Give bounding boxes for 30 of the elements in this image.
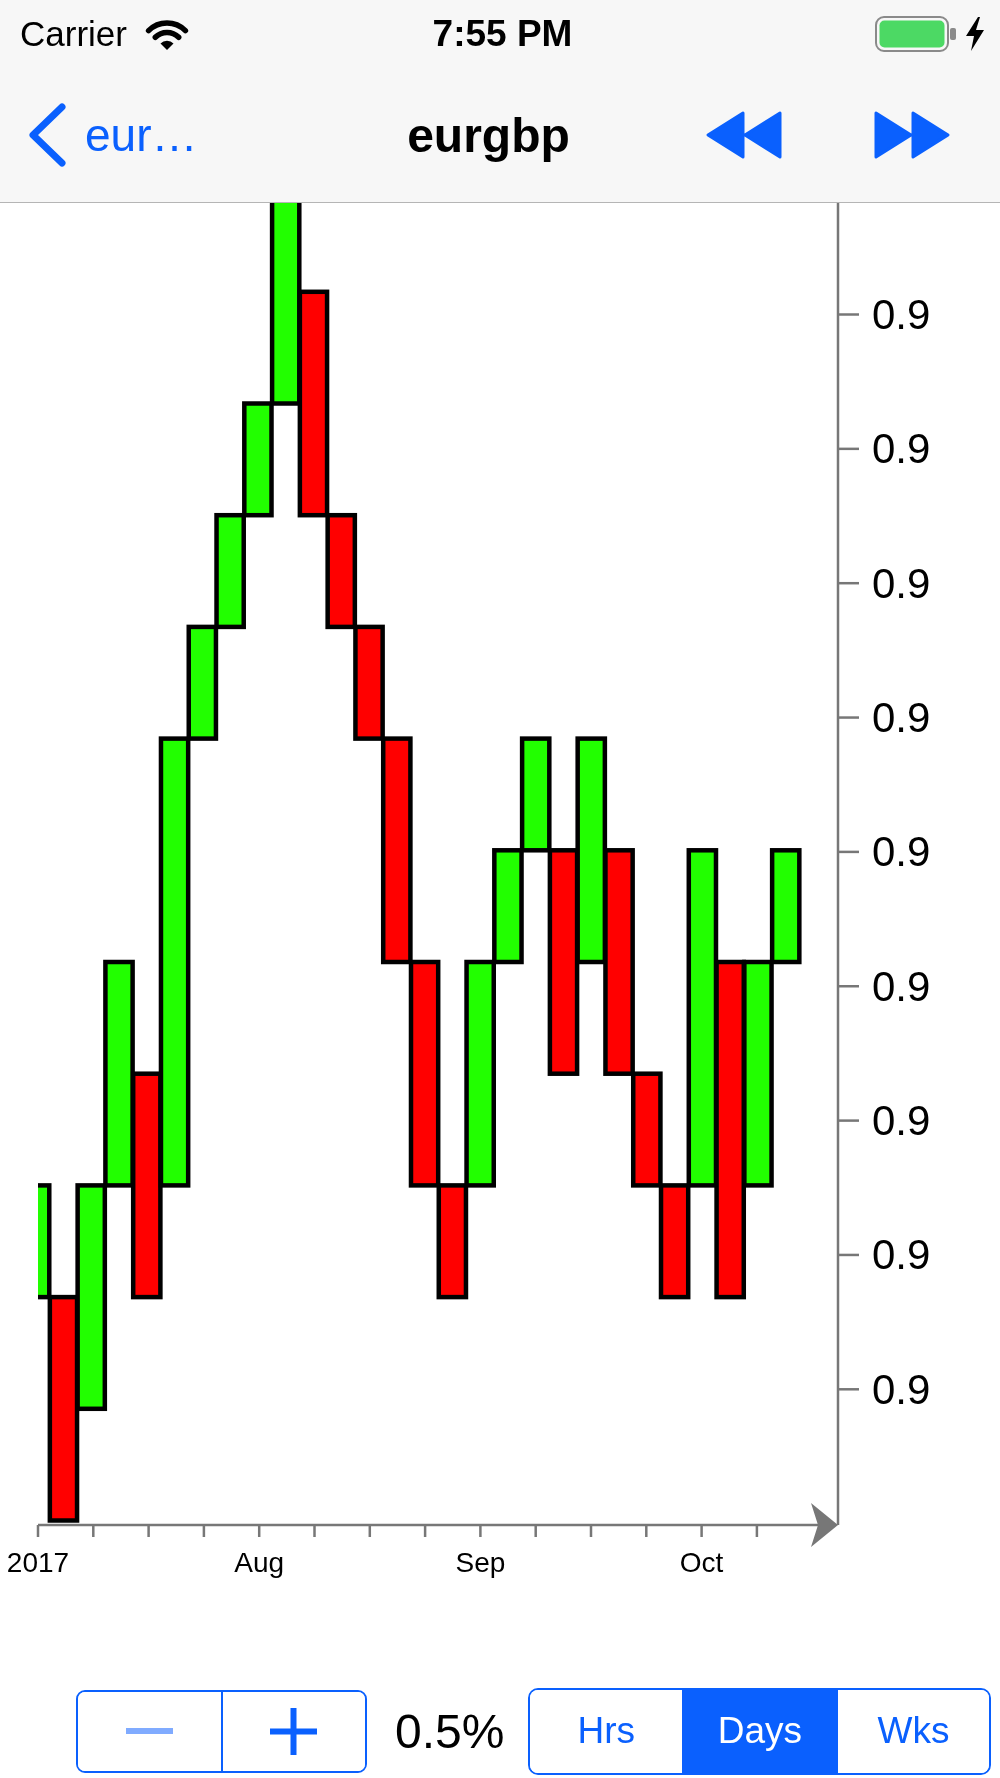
fast-forward-button[interactable]: [874, 111, 950, 159]
y-axis-label: 0.9: [872, 1231, 931, 1279]
step-value: 0.5%: [395, 1703, 505, 1759]
y-axis-label: 0.9: [872, 425, 931, 473]
back-button[interactable]: eur…: [27, 103, 198, 167]
rewind-button[interactable]: [706, 111, 782, 159]
status-time: 7:55 PM: [432, 13, 573, 55]
carrier-label: Carrier: [20, 14, 127, 54]
y-axis-label: 0.9: [872, 559, 931, 607]
y-axis-label: 0.9: [872, 962, 931, 1010]
y-axis-label: 0.9: [872, 828, 931, 876]
x-axis-label: Sep: [455, 1547, 506, 1578]
y-axis-label: 0.9: [872, 1097, 931, 1145]
minus-icon: [125, 1728, 173, 1734]
plus-icon: [270, 1707, 318, 1755]
nav-title: eurgbp: [407, 107, 570, 163]
increment-button[interactable]: [220, 1691, 365, 1771]
y-axis-label: 0.9: [872, 291, 931, 338]
x-axis-label: 2017: [6, 1547, 70, 1578]
x-axis-label: Oct: [679, 1547, 724, 1578]
rewind-icon: [706, 111, 782, 159]
interval-segment[interactable]: Days: [682, 1689, 836, 1773]
y-axis-label: 0.9: [872, 694, 931, 742]
battery-icon: [875, 16, 957, 52]
y-axis-label: 0.9: [872, 1365, 931, 1413]
x-axis-label: Aug: [234, 1547, 285, 1578]
chevron-left-icon: [27, 103, 67, 167]
wifi-icon: [143, 17, 190, 51]
interval-segment[interactable]: Wks: [835, 1689, 990, 1773]
fast-forward-icon: [874, 111, 950, 159]
